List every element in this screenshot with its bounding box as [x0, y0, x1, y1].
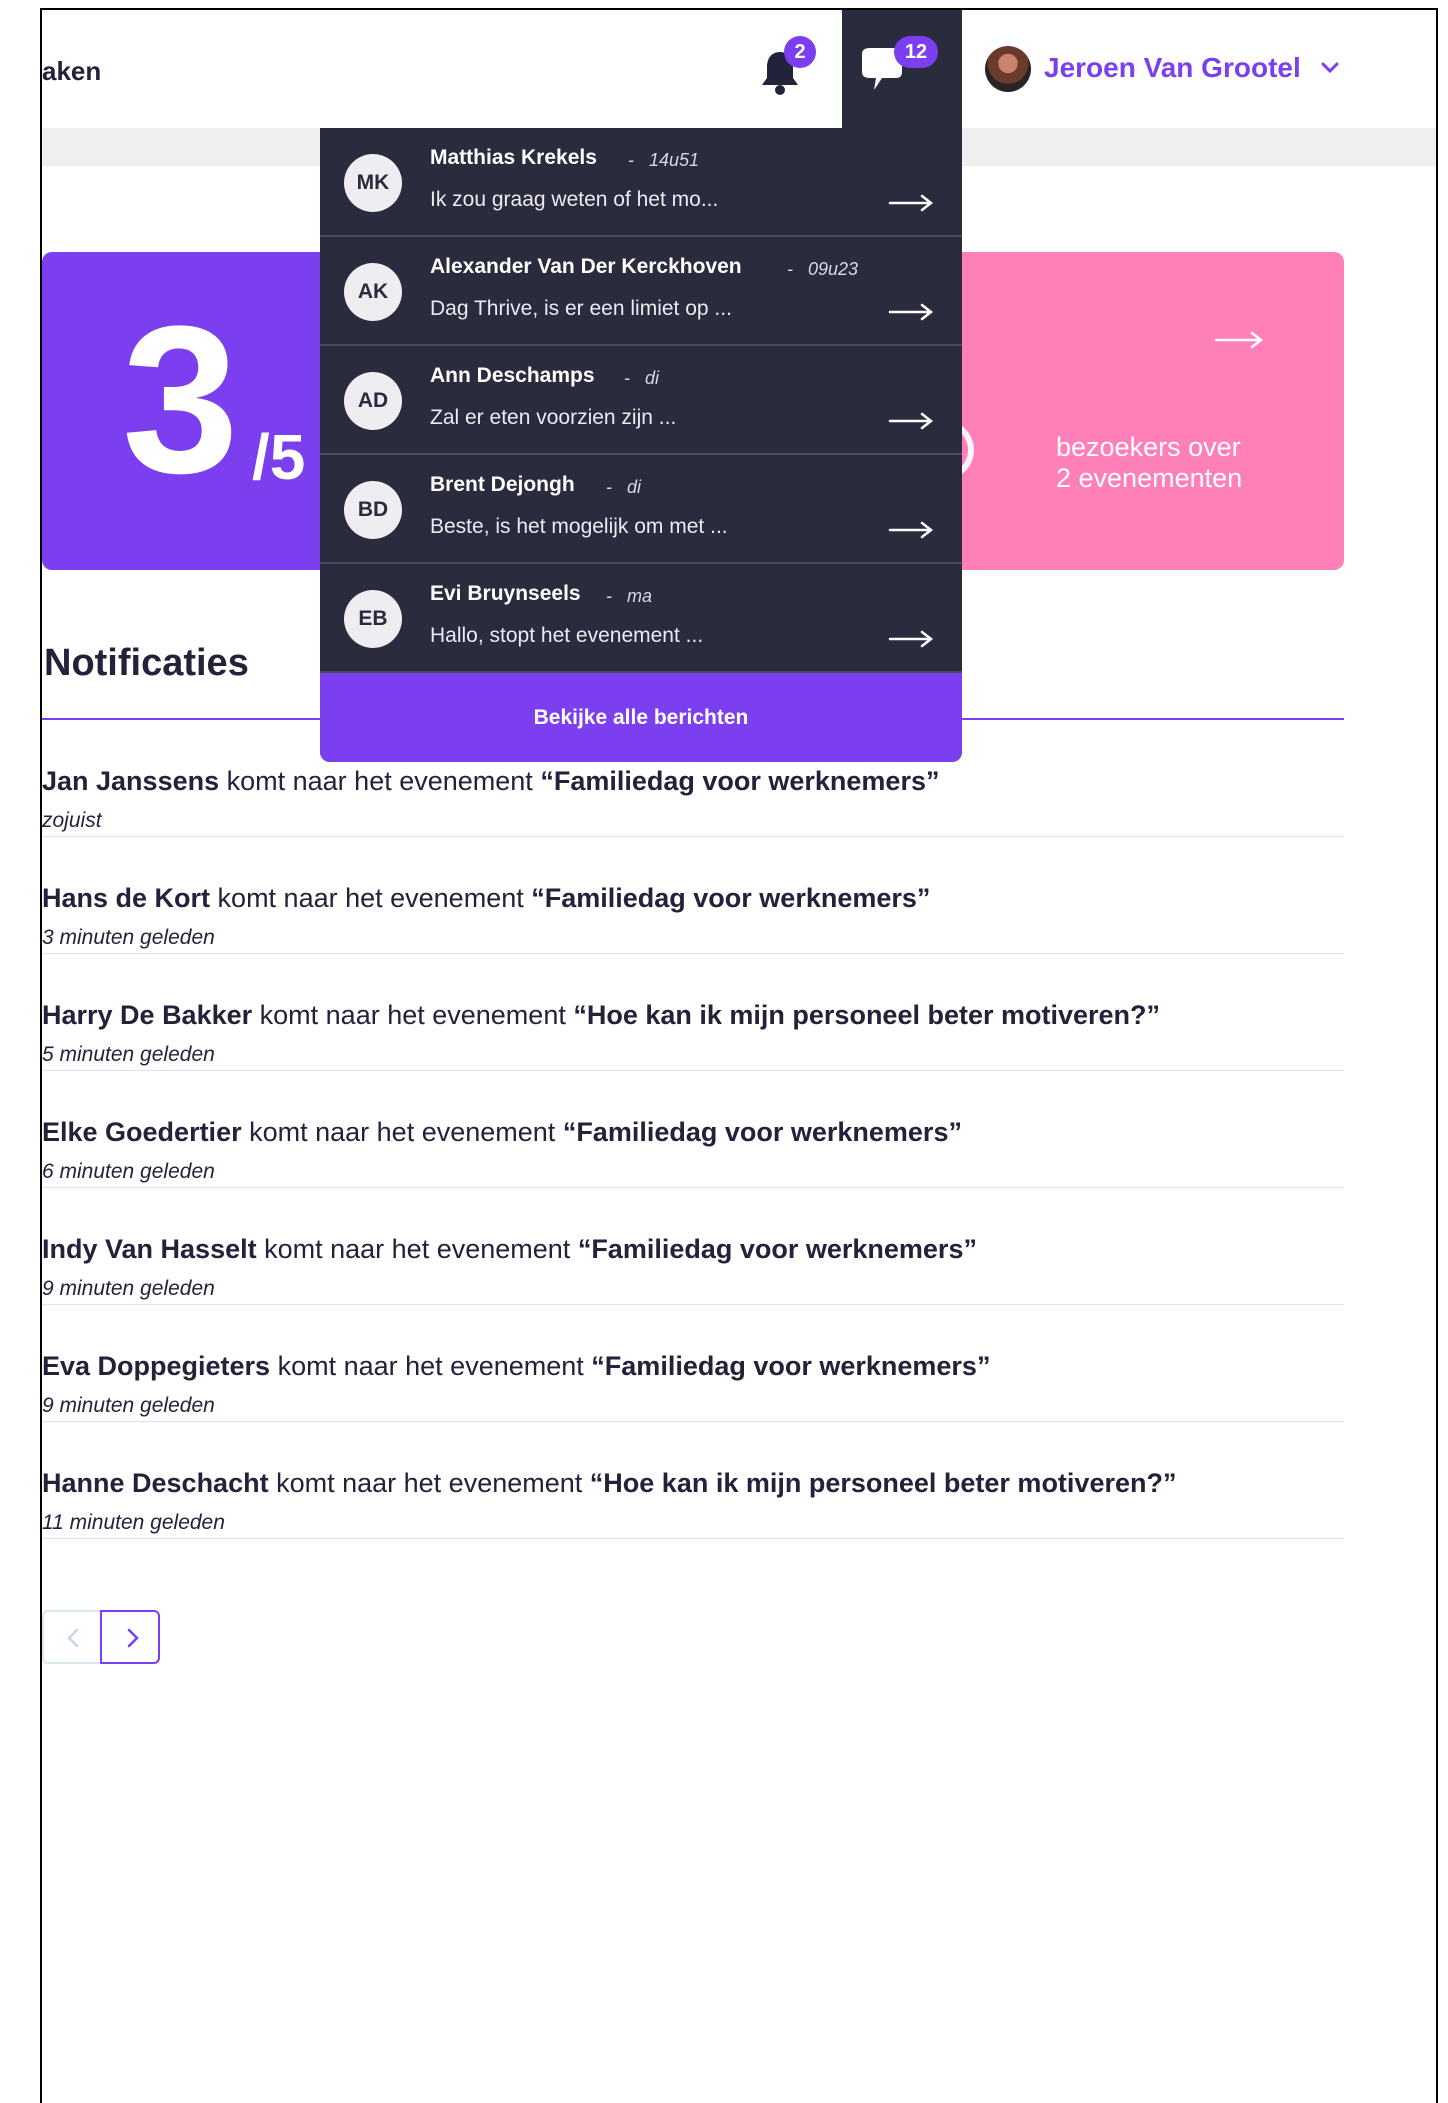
sender-avatar: AK	[344, 263, 402, 321]
notification-connector: komt naar het evenement	[259, 1000, 566, 1030]
message-item[interactable]: AK Alexander Van Der Kerckhoven - 09u23 …	[320, 237, 962, 346]
message-item[interactable]: BD Brent Dejongh - di Beste, is het moge…	[320, 455, 962, 564]
sender-name: Evi Bruynseels	[430, 582, 581, 605]
avatar[interactable]	[985, 46, 1031, 92]
sender-avatar: BD	[344, 481, 402, 539]
visitors-label-line1: bezoekers over	[1056, 432, 1241, 462]
event-name[interactable]: “Familiedag voor werknemers”	[540, 766, 939, 796]
message-item[interactable]: EB Evi Bruynseels - ma Hallo, stopt het …	[320, 564, 962, 673]
list-item[interactable]: Eva Doppegieters komt naar het evenement…	[42, 1305, 1344, 1422]
event-name[interactable]: “Hoe kan ik mijn personeel beter motiver…	[573, 1000, 1160, 1030]
sender-name: Ann Deschamps	[430, 364, 595, 387]
notification-connector: komt naar het evenement	[264, 1234, 571, 1264]
arrow-right-icon[interactable]	[888, 412, 934, 430]
visitors-card[interactable]	[940, 252, 1344, 570]
message-item[interactable]: MK Matthias Krekels - 14u51 Ik zou graag…	[320, 128, 962, 237]
notifications-list: Jan Janssens komt naar het evenement “Fa…	[42, 720, 1344, 1539]
event-name[interactable]: “Familiedag voor werknemers”	[531, 883, 930, 913]
person-name[interactable]: Indy Van Hasselt	[42, 1234, 257, 1264]
event-name[interactable]: “Familiedag voor werknemers”	[578, 1234, 977, 1264]
arrow-right-icon[interactable]	[888, 194, 934, 212]
notification-time: zojuist	[42, 809, 102, 832]
notification-time: 6 minuten geleden	[42, 1160, 215, 1183]
message-time: - 09u23	[787, 259, 859, 279]
message-preview: Hallo, stopt het evenement ...	[430, 624, 704, 647]
pagination-next-button[interactable]	[100, 1610, 160, 1664]
message-preview: Zal er eten voorzien zijn ...	[430, 406, 677, 429]
visitors-label-line2: 2 evenementen	[1056, 463, 1243, 493]
person-name[interactable]: Hans de Kort	[42, 883, 210, 913]
notification-time: 3 minuten geleden	[42, 926, 215, 949]
notification-time: 9 minuten geleden	[42, 1277, 215, 1300]
chevron-down-icon[interactable]	[1320, 58, 1340, 78]
sender-avatar: EB	[344, 590, 402, 648]
notification-connector: komt naar het evenement	[217, 883, 524, 913]
user-name[interactable]: Jeroen Van Grootel	[1044, 52, 1301, 84]
sender-name: Alexander Van Der Kerckhoven	[430, 255, 742, 278]
person-name[interactable]: Jan Janssens	[42, 766, 219, 796]
visitors-label: bezoekers over 2 evenementen	[1056, 432, 1242, 494]
message-time: - di	[606, 477, 642, 497]
page-title: aken	[42, 56, 102, 86]
notification-connector: komt naar het evenement	[277, 1351, 584, 1381]
arrow-right-icon[interactable]	[888, 521, 934, 539]
arrow-right-icon[interactable]	[888, 303, 934, 321]
notifications-title: Notificaties	[44, 642, 249, 684]
notification-time: 5 minuten geleden	[42, 1043, 215, 1066]
message-preview: Ik zou graag weten of het mo...	[430, 188, 719, 211]
notification-connector: komt naar het evenement	[226, 766, 533, 796]
event-name[interactable]: “Familiedag voor werknemers”	[563, 1117, 962, 1147]
list-item[interactable]: Harry De Bakker komt naar het evenement …	[42, 954, 1344, 1071]
notification-time: 11 minuten geleden	[42, 1511, 225, 1534]
chevron-right-icon	[127, 1628, 139, 1648]
messages-badge: 12	[894, 36, 938, 68]
person-name[interactable]: Harry De Bakker	[42, 1000, 252, 1030]
list-item[interactable]: Hans de Kort komt naar het evenement “Fa…	[42, 837, 1344, 954]
arrow-right-icon[interactable]	[888, 630, 934, 648]
sender-name: Matthias Krekels	[430, 146, 597, 169]
pagination-prev-button[interactable]	[42, 1610, 102, 1664]
registrations-value: 3	[122, 282, 239, 517]
person-name[interactable]: Elke Goedertier	[42, 1117, 242, 1147]
event-name[interactable]: “Familiedag voor werknemers”	[591, 1351, 990, 1381]
message-time: - di	[624, 368, 660, 388]
sender-avatar: MK	[344, 154, 402, 212]
sender-name: Brent Dejongh	[430, 473, 575, 496]
message-preview: Dag Thrive, is er een limiet op ...	[430, 297, 732, 320]
registrations-total: /5	[252, 421, 306, 493]
notification-connector: komt naar het evenement	[249, 1117, 556, 1147]
message-time: - 14u51	[628, 150, 700, 170]
message-preview: Beste, is het mogelijk om met ...	[430, 515, 728, 538]
messages-dropdown: MK Matthias Krekels - 14u51 Ik zou graag…	[320, 128, 962, 762]
notification-connector: komt naar het evenement	[276, 1468, 583, 1498]
notifications-badge: 2	[784, 36, 816, 68]
view-all-messages-button[interactable]: Bekijke alle berichten	[320, 673, 962, 762]
person-name[interactable]: Hanne Deschacht	[42, 1468, 269, 1498]
notification-time: 9 minuten geleden	[42, 1394, 215, 1417]
list-item[interactable]: Hanne Deschacht komt naar het evenement …	[42, 1422, 1344, 1539]
message-item[interactable]: AD Ann Deschamps - di Zal er eten voorzi…	[320, 346, 962, 455]
arrow-right-icon[interactable]	[1214, 330, 1264, 350]
list-item[interactable]: Indy Van Hasselt komt naar het evenement…	[42, 1188, 1344, 1305]
list-item[interactable]: Elke Goedertier komt naar het evenement …	[42, 1071, 1344, 1188]
person-name[interactable]: Eva Doppegieters	[42, 1351, 270, 1381]
message-time: - ma	[606, 586, 653, 606]
event-name[interactable]: “Hoe kan ik mijn personeel beter motiver…	[590, 1468, 1177, 1498]
sender-avatar: AD	[344, 372, 402, 430]
chevron-left-icon	[67, 1628, 79, 1648]
